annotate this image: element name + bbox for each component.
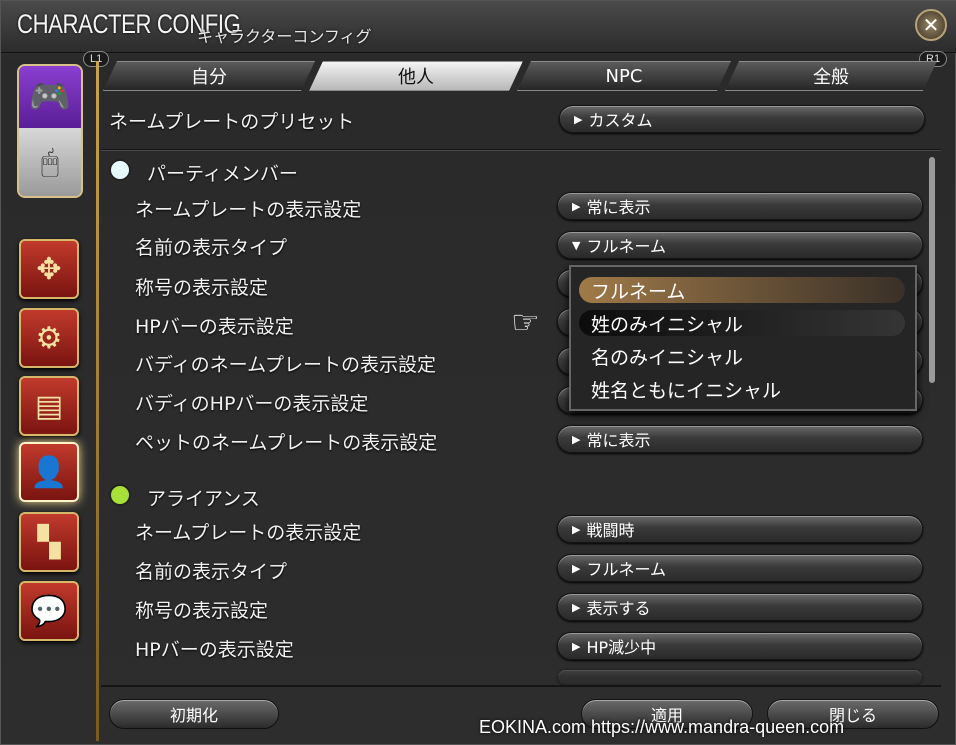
- party-title-label: 称号の表示設定: [135, 277, 269, 299]
- alliance-nameplate-label: ネームプレートの表示設定: [135, 522, 362, 544]
- party-nameplate-select[interactable]: ▶ 常に表示: [557, 192, 923, 220]
- preset-label: ネームプレートのプリセット: [109, 111, 355, 133]
- alliance-title-select[interactable]: ▶ 表示する: [557, 593, 923, 621]
- mouse-icon[interactable]: 🖱: [19, 128, 81, 196]
- party-pet-nameplate-label: ペットのネームプレートの表示設定: [135, 432, 438, 454]
- alliance-hpbar-select[interactable]: ▶ HP減少中: [557, 632, 923, 660]
- tab-general[interactable]: 全般: [725, 61, 937, 91]
- alliance-section-dot: [109, 484, 131, 506]
- dropdown-option[interactable]: 姓名ともにイニシャル: [591, 376, 781, 403]
- party-pet-nameplate-value: 常に表示: [586, 431, 651, 450]
- reset-button[interactable]: 初期化: [109, 699, 279, 729]
- party-nametype-select[interactable]: ▼ フルネーム: [557, 231, 923, 259]
- party-nametype-value: フルネーム: [586, 237, 666, 256]
- alliance-next-select-partial[interactable]: [557, 669, 923, 685]
- party-nameplate-value: 常に表示: [586, 198, 651, 217]
- party-section-dot: [109, 159, 131, 181]
- gear-bag-icon[interactable]: ⚙: [19, 308, 79, 368]
- pointing-hand-icon: ☜: [511, 303, 540, 341]
- alliance-hpbar-label: HPバーの表示設定: [135, 639, 294, 661]
- party-pet-nameplate-select[interactable]: ▶ 常に表示: [557, 425, 923, 453]
- tab-npc[interactable]: NPC: [517, 61, 731, 91]
- name-type-dropdown: フルネーム 姓のみイニシャル 名のみイニシャル 姓名ともにイニシャル: [569, 265, 917, 411]
- preset-value: カスタム: [588, 111, 653, 130]
- side-rail: [96, 61, 99, 741]
- preset-select[interactable]: ▶ カスタム: [559, 105, 925, 133]
- party-hpbar-label: HPバーの表示設定: [135, 316, 294, 338]
- scrollbar[interactable]: [929, 157, 935, 383]
- chat-bubble-icon[interactable]: 💬: [19, 581, 79, 641]
- alliance-title-value: 表示する: [586, 599, 651, 618]
- gamepad-icon[interactable]: 🎮: [19, 66, 81, 128]
- divider: [101, 149, 941, 151]
- watermark: EOKINA.com https://www.mandra-queen.com: [479, 717, 845, 737]
- dropdown-option[interactable]: フルネーム: [591, 277, 685, 304]
- alliance-nameplate-value: 戦闘時: [586, 521, 635, 540]
- party-nametype-label: 名前の表示タイプ: [135, 237, 288, 259]
- character-config-window: CHARACTER CONFIG キャラクターコンフィグ ✕ L1 R1 🎮 🖱…: [0, 0, 956, 745]
- party-nameplate-label: ネームプレートの表示設定: [135, 199, 362, 221]
- alliance-hpbar-value: HP減少中: [586, 638, 657, 657]
- alliance-nameplate-select[interactable]: ▶ 戦闘時: [557, 515, 923, 543]
- party-buddy-nameplate-label: バディのネームプレートの表示設定: [135, 354, 436, 376]
- nameplate-person-icon[interactable]: 👤: [19, 442, 79, 502]
- alliance-nametype-select[interactable]: ▶ フルネーム: [557, 554, 923, 582]
- input-mode-switch[interactable]: 🎮 🖱: [17, 64, 83, 198]
- close-cross-icon[interactable]: ✕: [915, 9, 947, 41]
- party-buddy-hpbar-label: バディのHPバーの表示設定: [135, 393, 369, 415]
- checker-flag-icon[interactable]: ▚: [19, 512, 79, 572]
- bottom-divider: [101, 685, 941, 687]
- alliance-title-label: 称号の表示設定: [135, 600, 269, 622]
- window-subtitle: キャラクターコンフィグ: [197, 27, 372, 46]
- dropdown-option[interactable]: 名のみイニシャル: [591, 343, 743, 370]
- party-section-title: パーティメンバー: [147, 163, 298, 185]
- dropdown-option[interactable]: 姓のみイニシャル: [591, 310, 743, 337]
- alliance-nametype-label: 名前の表示タイプ: [135, 561, 288, 583]
- id-card-icon[interactable]: ▤: [19, 376, 79, 436]
- title-bar: CHARACTER CONFIG キャラクターコンフィグ ✕: [1, 1, 956, 53]
- arrows-icon[interactable]: ✥: [19, 239, 79, 299]
- tab-self[interactable]: 自分: [103, 61, 315, 91]
- tab-others[interactable]: 他人: [309, 61, 523, 91]
- alliance-section-title: アライアンス: [147, 488, 260, 510]
- alliance-nametype-value: フルネーム: [586, 560, 666, 579]
